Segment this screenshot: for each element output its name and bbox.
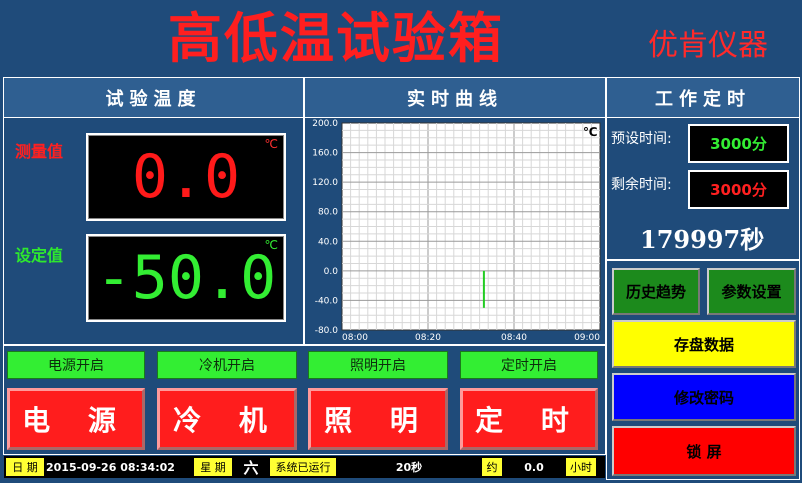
parameter-settings-button[interactable]: 参数设置 bbox=[707, 268, 796, 315]
remain-time-value: 3000分 bbox=[688, 170, 789, 209]
curve-section-header: 实时曲线 bbox=[305, 78, 605, 118]
power-button[interactable]: 电 源 bbox=[7, 388, 145, 450]
change-password-button[interactable]: 修改密码 bbox=[612, 373, 796, 421]
set-value: -50.0 bbox=[95, 243, 277, 313]
history-trend-button[interactable]: 历史趋势 bbox=[612, 268, 700, 315]
status-power: 电源开启 bbox=[7, 351, 145, 379]
set-label: 设定值 bbox=[15, 246, 64, 265]
x-tick-label: 08:00 bbox=[342, 333, 368, 343]
timer-button[interactable]: 定 时 bbox=[460, 388, 598, 450]
running-label: 系统已运行 bbox=[270, 458, 336, 476]
realtime-chart: 200.0 160.0 120.0 80.0 40.0 0.0 -40.0 -80.0 08:… bbox=[312, 119, 601, 343]
date-label: 日 期 bbox=[6, 458, 44, 476]
y-tick-label: 200.0 bbox=[312, 119, 338, 129]
light-button[interactable]: 照 明 bbox=[308, 388, 448, 450]
preset-time-label: 预设时间: bbox=[611, 131, 672, 147]
remain-time-label: 剩余时间: bbox=[611, 177, 672, 193]
approx-label: 约 bbox=[482, 458, 502, 476]
timer-section-header: 工作定时 bbox=[607, 78, 799, 118]
measured-label: 测量值 bbox=[15, 142, 64, 161]
y-tick-label: 40.0 bbox=[318, 237, 338, 247]
hours-label: 小时 bbox=[566, 458, 596, 476]
y-tick-label: 80.0 bbox=[318, 208, 338, 218]
measured-display: ℃ 0.0 bbox=[86, 133, 286, 221]
x-tick-label: 09:00 bbox=[574, 333, 600, 343]
y-tick-label: 160.0 bbox=[312, 149, 338, 159]
x-tick-label: 08:20 bbox=[415, 333, 441, 343]
lock-screen-button[interactable]: 锁 屏 bbox=[612, 426, 796, 476]
status-timer: 定时开启 bbox=[460, 351, 598, 379]
y-tick-label: 0.0 bbox=[324, 267, 339, 277]
x-tick-label: 08:40 bbox=[501, 333, 527, 343]
y-tick-label: -80.0 bbox=[315, 326, 339, 336]
running-value: 20秒 bbox=[338, 458, 480, 476]
save-data-button[interactable]: 存盘数据 bbox=[612, 320, 796, 368]
measured-value: 0.0 bbox=[131, 142, 241, 212]
remain-seconds: 179997秒 bbox=[640, 225, 765, 254]
app-title: 高低温试验箱 bbox=[168, 6, 504, 70]
cooler-button[interactable]: 冷 机 bbox=[157, 388, 297, 450]
y-tick-label: -40.0 bbox=[315, 296, 339, 306]
datetime-value: 2015-09-26 08:34:02 bbox=[46, 458, 192, 476]
set-display[interactable]: ℃ -50.0 bbox=[86, 234, 286, 322]
hours-value: 0.0 bbox=[504, 458, 564, 476]
preset-time-value[interactable]: 3000分 bbox=[688, 124, 789, 163]
brand-name: 优肯仪器 bbox=[648, 28, 768, 63]
status-cooler: 冷机开启 bbox=[157, 351, 297, 379]
chart-unit-label: ℃ bbox=[583, 125, 598, 139]
temp-section-header: 试验温度 bbox=[4, 78, 303, 118]
week-label: 星 期 bbox=[194, 458, 232, 476]
week-value: 六 bbox=[234, 458, 268, 477]
y-tick-label: 120.0 bbox=[312, 178, 338, 188]
status-light: 照明开启 bbox=[308, 351, 448, 379]
